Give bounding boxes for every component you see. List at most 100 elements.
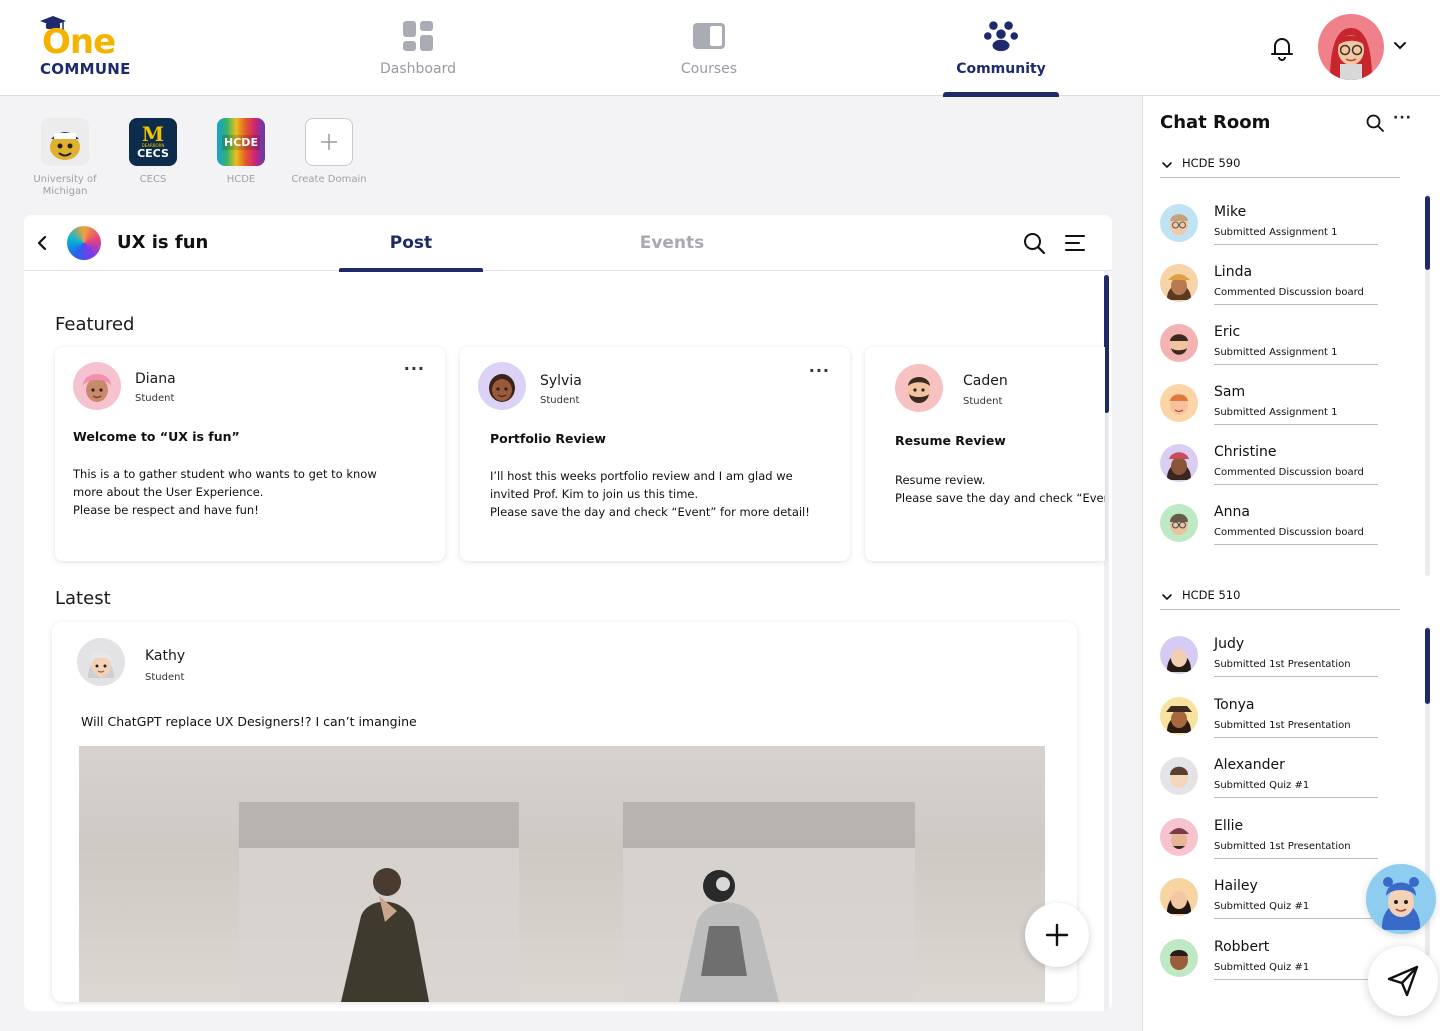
domain-label: CECS bbox=[139, 174, 167, 185]
user-profile-avatar[interactable] bbox=[1318, 14, 1384, 80]
cecs-logo-text: CECS bbox=[137, 146, 169, 160]
avatar bbox=[1160, 384, 1198, 422]
divider bbox=[1214, 304, 1378, 305]
divider bbox=[1214, 979, 1378, 980]
add-post-button[interactable] bbox=[1025, 903, 1089, 967]
member-name: Sam bbox=[1214, 384, 1246, 400]
logo-one-text: One bbox=[42, 22, 116, 62]
avatar bbox=[1160, 818, 1198, 856]
avatar bbox=[1160, 324, 1198, 362]
more-options-icon[interactable]: ··· bbox=[1393, 110, 1412, 126]
avatar bbox=[1160, 697, 1198, 735]
chat-member[interactable]: Robbert Submitted Quiz #1 bbox=[1160, 937, 1380, 983]
search-icon[interactable] bbox=[1365, 113, 1385, 133]
community-icon bbox=[984, 19, 1018, 53]
domain-university-of-michigan[interactable]: University of Michigan bbox=[20, 118, 110, 198]
group-title: UX is fun bbox=[117, 232, 209, 253]
book-icon bbox=[692, 19, 726, 53]
author-name: Caden bbox=[963, 373, 1008, 389]
domain-cecs[interactable]: M DEARBORN CECS CECS bbox=[108, 118, 198, 186]
post-body: This is a to gather student who wants to… bbox=[73, 465, 433, 519]
avatar bbox=[1160, 636, 1198, 674]
chevron-down-icon bbox=[1162, 594, 1172, 601]
member-status: Commented Discussion board bbox=[1214, 467, 1364, 478]
chevron-down-icon[interactable] bbox=[1392, 38, 1408, 54]
divider bbox=[1214, 424, 1378, 425]
notification-bell-icon[interactable] bbox=[1268, 34, 1296, 62]
author-role: Student bbox=[540, 395, 580, 406]
member-name: Tonya bbox=[1214, 697, 1255, 713]
member-name: Anna bbox=[1214, 504, 1250, 520]
post-title: Resume Review bbox=[895, 433, 1006, 448]
send-message-button[interactable] bbox=[1368, 946, 1438, 1016]
member-status: Submitted Quiz #1 bbox=[1214, 780, 1310, 791]
search-icon[interactable] bbox=[1022, 231, 1046, 255]
member-status: Commented Discussion board bbox=[1214, 287, 1364, 298]
post-image[interactable] bbox=[79, 746, 1045, 1002]
post-body-line: Please be respect and have fun! bbox=[73, 503, 259, 517]
member-status: Submitted Assignment 1 bbox=[1214, 347, 1338, 358]
chat-member[interactable]: Linda Commented Discussion board bbox=[1160, 262, 1380, 308]
cecs-logo: M DEARBORN CECS bbox=[129, 118, 177, 166]
nav-community[interactable]: Community bbox=[943, 0, 1059, 97]
chat-member[interactable]: Sam Submitted Assignment 1 bbox=[1160, 382, 1380, 428]
chat-scrollbar[interactable] bbox=[1425, 628, 1430, 704]
chat-group-hcde-590[interactable]: HCDE 590 bbox=[1160, 154, 1400, 178]
chat-member[interactable]: Alexander Submitted Quiz #1 bbox=[1160, 755, 1380, 801]
avatar bbox=[1160, 204, 1198, 242]
post-body-line: This is a to gather student who wants to… bbox=[73, 467, 377, 481]
chat-member[interactable]: Tonya Submitted 1st Presentation bbox=[1160, 695, 1380, 741]
divider bbox=[1214, 797, 1378, 798]
chat-member[interactable]: Anna Commented Discussion board bbox=[1160, 502, 1380, 548]
chat-member[interactable]: Christine Commented Discussion board bbox=[1160, 442, 1380, 488]
post-body-line: Please save the day and check “Event” fo… bbox=[895, 491, 1105, 505]
avatar bbox=[1160, 444, 1198, 482]
nav-courses[interactable]: Courses bbox=[659, 0, 759, 96]
more-options-icon[interactable]: ··· bbox=[809, 361, 830, 380]
divider bbox=[1214, 676, 1378, 677]
chat-user-avatar[interactable] bbox=[1366, 864, 1436, 934]
featured-post-card[interactable]: Caden Student Resume Review Resume revie… bbox=[865, 347, 1105, 561]
chat-member[interactable]: Judy Submitted 1st Presentation bbox=[1160, 634, 1380, 680]
chat-member[interactable]: Eric Submitted Assignment 1 bbox=[1160, 322, 1380, 368]
group-avatar bbox=[67, 226, 101, 260]
domain-label: University of Michigan bbox=[33, 174, 97, 197]
dashboard-icon bbox=[401, 19, 435, 53]
member-name: Ellie bbox=[1214, 818, 1244, 834]
avatar bbox=[478, 362, 526, 410]
back-arrow-icon[interactable] bbox=[32, 233, 52, 253]
chat-group-name: HCDE 590 bbox=[1182, 156, 1241, 170]
plus-icon bbox=[1045, 923, 1069, 947]
menu-icon[interactable] bbox=[1064, 233, 1086, 253]
tab-events[interactable]: Events bbox=[600, 215, 744, 271]
tab-post[interactable]: Post bbox=[339, 215, 483, 272]
domain-hcde[interactable]: HCDE HCDE bbox=[196, 118, 286, 186]
divider bbox=[1214, 544, 1378, 545]
one-commune-logo[interactable]: One COMMUNE bbox=[38, 16, 138, 80]
author-name: Kathy bbox=[145, 648, 186, 664]
chat-member[interactable]: Mike Submitted Assignment 1 bbox=[1160, 202, 1380, 248]
latest-post-card[interactable]: Kathy Student Will ChatGPT replace UX De… bbox=[52, 622, 1077, 1002]
nav-dashboard[interactable]: Dashboard bbox=[368, 0, 468, 96]
chat-scrollbar[interactable] bbox=[1425, 196, 1430, 270]
post-title: Portfolio Review bbox=[490, 431, 606, 446]
logo-commune-text: COMMUNE bbox=[40, 60, 131, 78]
domain-create[interactable]: Create Domain bbox=[284, 118, 374, 186]
chat-member[interactable]: Ellie Submitted 1st Presentation bbox=[1160, 816, 1380, 862]
featured-post-card[interactable]: Sylvia Student ··· Portfolio Review I’ll… bbox=[460, 347, 850, 561]
avatar bbox=[1160, 878, 1198, 916]
divider bbox=[1214, 737, 1378, 738]
post-body-line: more about the User Experience. bbox=[73, 485, 264, 499]
member-name: Hailey bbox=[1214, 878, 1258, 894]
avatar bbox=[1160, 757, 1198, 795]
chat-member[interactable]: Hailey Submitted Quiz #1 bbox=[1160, 876, 1380, 922]
nav-active-indicator bbox=[943, 92, 1059, 97]
chevron-down-icon bbox=[1162, 162, 1172, 169]
more-options-icon[interactable]: ··· bbox=[404, 359, 425, 378]
member-status: Submitted 1st Presentation bbox=[1214, 659, 1351, 670]
featured-post-card[interactable]: Diana Student ··· Welcome to “UX is fun”… bbox=[55, 347, 445, 561]
member-status: Submitted Quiz #1 bbox=[1214, 962, 1310, 973]
post-text: Will ChatGPT replace UX Designers!? I ca… bbox=[81, 714, 417, 729]
chat-group-hcde-510[interactable]: HCDE 510 bbox=[1160, 586, 1400, 610]
author-role: Student bbox=[145, 672, 185, 683]
